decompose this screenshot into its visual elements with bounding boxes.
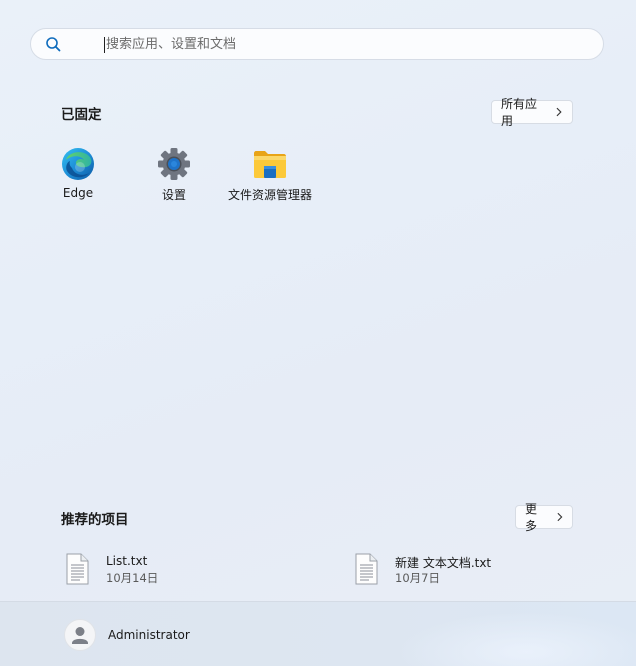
text-file-icon xyxy=(66,553,89,585)
chevron-right-icon xyxy=(556,107,562,117)
recommended-item[interactable]: 新建 文本文档.txt 10月7日 xyxy=(353,551,593,587)
recommended-item[interactable]: List.txt 10月14日 xyxy=(64,551,304,587)
pinned-app-settings[interactable]: 设置 xyxy=(126,146,222,210)
user-avatar-icon xyxy=(72,627,88,644)
pinned-app-label: 设置 xyxy=(161,188,186,202)
chevron-right-icon xyxy=(556,512,562,522)
all-apps-button[interactable]: 所有应用 xyxy=(491,97,573,128)
avatar xyxy=(64,619,96,651)
recommended-item-name: 新建 文本文档.txt xyxy=(395,556,492,570)
file-explorer-folder-icon xyxy=(254,151,286,178)
pinned-app-label: 文件资源管理器 xyxy=(227,188,312,202)
search-input[interactable] xyxy=(106,29,586,59)
recommended-section-title: 推荐的项目 xyxy=(61,512,129,528)
pinned-app-label: Edge xyxy=(62,186,94,200)
search-icon xyxy=(46,37,61,52)
start-menu: 已固定 所有应用 Edge xyxy=(0,0,636,666)
more-label: 更多 xyxy=(525,502,538,533)
all-apps-label: 所有应用 xyxy=(501,97,538,128)
user-name: Administrator xyxy=(108,628,190,642)
pinned-section-title: 已固定 xyxy=(61,107,102,123)
pinned-app-edge[interactable]: Edge xyxy=(30,146,126,210)
user-account-button[interactable]: Administrator xyxy=(58,616,196,654)
pinned-app-file-explorer[interactable]: 文件资源管理器 xyxy=(222,146,318,210)
user-bar: Administrator xyxy=(0,601,636,666)
text-file-icon xyxy=(355,553,378,585)
more-button[interactable]: 更多 xyxy=(515,502,573,533)
recommended-item-name: List.txt xyxy=(106,554,148,568)
text-caret xyxy=(104,37,105,53)
search-box[interactable] xyxy=(30,28,604,60)
edge-icon xyxy=(62,148,94,180)
settings-gear-icon xyxy=(158,148,190,180)
background-glow xyxy=(396,612,636,666)
recommended-item-date: 10月14日 xyxy=(106,571,159,585)
recommended-item-date: 10月7日 xyxy=(395,571,440,585)
